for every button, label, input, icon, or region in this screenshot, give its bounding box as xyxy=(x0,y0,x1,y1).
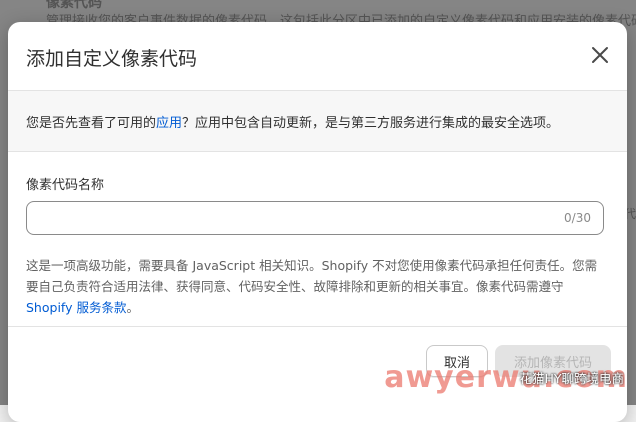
close-icon xyxy=(592,47,608,63)
watermark-caption: 花猫HY聊跨境电商 xyxy=(519,371,624,386)
dialog-title: 添加自定义像素代码 xyxy=(26,48,198,70)
pixel-name-field[interactable]: 0/30 xyxy=(26,201,604,236)
apps-notice-banner: 您是否先查看了可用的 应用 ？应用中包含自动更新，是与第三方服务进行集成的最安全… xyxy=(8,91,627,152)
pixel-name-label: 像素代码名称 xyxy=(26,178,105,193)
apps-link[interactable]: 应用 xyxy=(156,112,182,131)
close-button[interactable] xyxy=(587,42,613,68)
dialog-header: 添加自定义像素代码 xyxy=(8,22,627,91)
pixel-name-input[interactable] xyxy=(37,202,561,236)
terms-of-service-link[interactable]: Shopify 服务条款 xyxy=(26,300,126,315)
notice-suffix: ？应用中包含自动更新，是与第三方服务进行集成的最安全选项。 xyxy=(182,115,560,131)
notice-prefix: 您是否先查看了可用的 xyxy=(26,115,157,131)
help-text-suffix: 。 xyxy=(126,300,139,315)
help-text: 这是一项高级功能，需要具备 JavaScript 相关知识。Shopify 不对… xyxy=(26,255,604,318)
help-text-body: 这是一项高级功能，需要具备 JavaScript 相关知识。Shopify 不对… xyxy=(26,258,598,294)
character-counter: 0/30 xyxy=(564,211,591,225)
dialog-body: 像素代码名称 0/30 这是一项高级功能，需要具备 JavaScript 相关知… xyxy=(8,174,627,318)
